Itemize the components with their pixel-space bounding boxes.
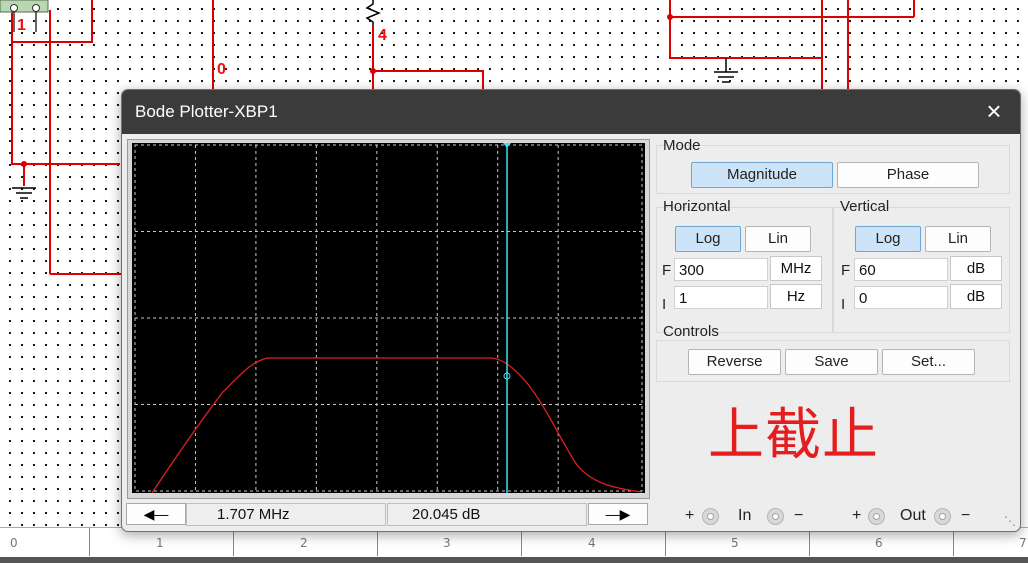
- in-minus-terminal[interactable]: [767, 508, 784, 525]
- net-label-4: 4: [378, 27, 387, 44]
- horizontal-initial-field[interactable]: 1: [674, 286, 768, 309]
- ruler-tick: 3: [443, 536, 451, 550]
- out-minus-sign: −: [961, 507, 971, 524]
- vertical-log-button[interactable]: Log: [855, 226, 921, 252]
- horizontal-lin-button[interactable]: Lin: [745, 226, 811, 252]
- ruler-tick: 7: [1019, 536, 1027, 550]
- in-plus-sign: +: [685, 507, 695, 524]
- horizontal-initial-letter: I: [662, 296, 667, 313]
- out-label: Out: [900, 507, 926, 524]
- out-minus-terminal[interactable]: [934, 508, 951, 525]
- magnitude-button[interactable]: Magnitude: [691, 162, 833, 188]
- vertical-initial-field[interactable]: 0: [854, 286, 948, 309]
- close-icon[interactable]: ×: [978, 96, 1010, 128]
- out-plus-terminal[interactable]: [868, 508, 885, 525]
- vertical-initial-letter: I: [841, 296, 846, 313]
- in-label: In: [738, 507, 752, 524]
- net-label-0: 0: [217, 61, 226, 78]
- net-label-1: 1: [17, 17, 26, 34]
- frequency-readout: 1.707 MHz: [186, 503, 386, 526]
- in-plus-terminal[interactable]: [702, 508, 719, 525]
- resize-grip-icon[interactable]: ⋱: [1004, 514, 1016, 528]
- out-plus-sign: +: [852, 507, 862, 524]
- arrow-left-icon: ◀—: [143, 506, 169, 522]
- vertical-lin-button[interactable]: Lin: [925, 226, 991, 252]
- ruler-tick: 0: [10, 536, 18, 550]
- ruler-tick: 6: [875, 536, 883, 550]
- ruler-tick: 4: [588, 536, 596, 550]
- cursor-right-button[interactable]: —▶: [588, 503, 648, 525]
- in-minus-sign: −: [794, 507, 804, 524]
- vertical-initial-unit[interactable]: dB: [950, 284, 1002, 309]
- cursor-value: 20.045 dB: [412, 506, 481, 523]
- mode-label: Mode: [663, 137, 701, 154]
- ruler-tick: 5: [731, 536, 739, 550]
- save-button[interactable]: Save: [785, 349, 878, 375]
- phase-button[interactable]: Phase: [837, 162, 979, 188]
- vertical-final-unit[interactable]: dB: [950, 256, 1002, 281]
- plot-grid: [134, 144, 643, 492]
- horizontal-log-button[interactable]: Log: [675, 226, 741, 252]
- vertical-final-field[interactable]: 60: [854, 258, 948, 281]
- dialog-titlebar[interactable]: Bode Plotter-XBP1 ×: [122, 90, 1020, 134]
- bode-plotter-dialog: Bode Plotter-XBP1 × ◀— 1.707 MHz 20.045 …: [121, 89, 1021, 532]
- ruler-tick: 1: [156, 536, 164, 550]
- controls-label: Controls: [663, 323, 719, 340]
- horizontal-final-letter: F: [662, 262, 672, 279]
- horizontal-final-unit[interactable]: MHz: [770, 256, 822, 281]
- ruler-tick: 2: [300, 536, 308, 550]
- cursor-left-button[interactable]: ◀—: [126, 503, 186, 525]
- vertical-label: Vertical: [840, 198, 890, 215]
- set-button[interactable]: Set...: [882, 349, 975, 375]
- dialog-title: Bode Plotter-XBP1: [135, 102, 278, 121]
- horizontal-initial-unit[interactable]: Hz: [770, 284, 822, 309]
- reverse-button[interactable]: Reverse: [688, 349, 781, 375]
- arrow-right-icon: —▶: [605, 506, 631, 522]
- status-strip: [0, 557, 1028, 563]
- horizontal-final-field[interactable]: 300: [674, 258, 768, 281]
- magnitude-curve: [151, 357, 643, 493]
- value-readout: 20.045 dB: [387, 503, 587, 526]
- plot-frame: [127, 139, 650, 499]
- cursor-frequency: 1.707 MHz: [217, 506, 290, 523]
- horizontal-label: Horizontal: [663, 198, 731, 215]
- bode-plot-svg[interactable]: [132, 143, 645, 493]
- vertical-final-letter: F: [841, 262, 851, 279]
- upper-cutoff-annotation: 上截止: [708, 403, 879, 468]
- bode-plot-screen[interactable]: [132, 143, 645, 493]
